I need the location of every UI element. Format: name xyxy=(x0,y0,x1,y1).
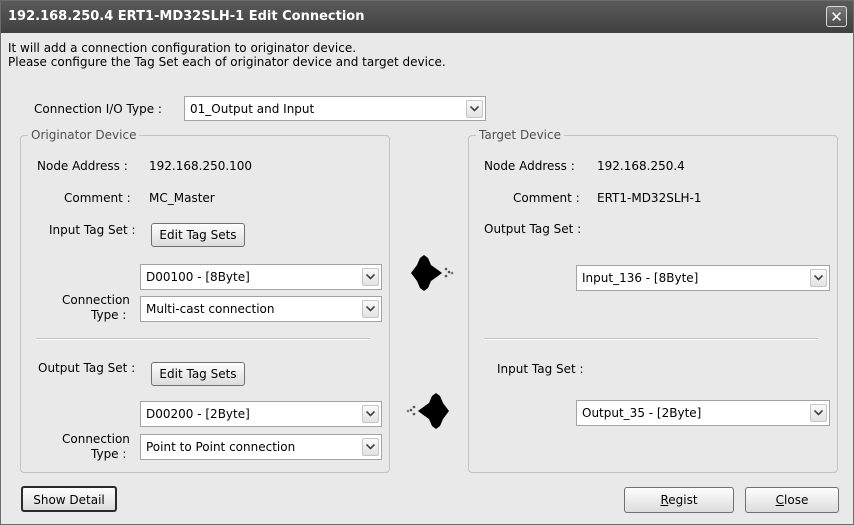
output-connection-type-label-line1: Connection xyxy=(62,432,130,446)
output-connection-type-select[interactable]: Point to Point connection xyxy=(140,434,382,460)
intro-line-1: It will add a connection configuration t… xyxy=(8,41,357,55)
chevron-down-icon[interactable] xyxy=(810,269,827,287)
chevron-down-icon[interactable] xyxy=(362,268,379,286)
target-output-tag-set-value: Input_136 - [8Byte] xyxy=(582,271,699,285)
connection-io-type-value: 01_Output and Input xyxy=(190,102,315,116)
output-edit-tag-sets-button[interactable]: Edit Tag Sets xyxy=(151,362,245,386)
regist-button[interactable]: Regist xyxy=(624,487,734,513)
target-input-tag-set-value: Output_35 - [2Byte] xyxy=(582,406,702,420)
chevron-down-icon[interactable] xyxy=(362,405,379,423)
originator-output-tag-set-label: Output Tag Set : xyxy=(38,361,136,375)
output-connection-type-value: Point to Point connection xyxy=(146,440,296,454)
target-output-tag-set-select[interactable]: Input_136 - [8Byte] xyxy=(576,265,830,291)
data-flow-left-arrow-icon xyxy=(403,391,453,434)
input-connection-type-label-line1: Connection xyxy=(62,293,130,307)
chevron-down-icon[interactable] xyxy=(362,300,379,318)
originator-input-tag-set-value: D00100 - [8Byte] xyxy=(146,270,250,284)
originator-node-address-label: Node Address : xyxy=(37,159,128,173)
title-bar[interactable]: 192.168.250.4 ERT1-MD32SLH-1 Edit Connec… xyxy=(1,1,853,33)
originator-output-tag-set-value: D00200 - [2Byte] xyxy=(146,407,250,421)
originator-comment-label: Comment : xyxy=(64,191,131,205)
originator-separator xyxy=(36,338,370,340)
target-node-address-label: Node Address : xyxy=(484,159,575,173)
input-connection-type-value: Multi-cast connection xyxy=(146,302,275,316)
show-detail-button[interactable]: Show Detail xyxy=(21,486,117,512)
originator-device-caption: Originator Device xyxy=(28,128,140,142)
originator-input-tag-set-select[interactable]: D00100 - [8Byte] xyxy=(140,264,382,290)
target-comment: ERT1-MD32SLH-1 xyxy=(597,191,702,205)
input-connection-type-select[interactable]: Multi-cast connection xyxy=(140,296,382,322)
originator-output-tag-set-select[interactable]: D00200 - [2Byte] xyxy=(140,401,382,427)
target-comment-label: Comment : xyxy=(513,191,580,205)
target-device-caption: Target Device xyxy=(476,128,564,142)
originator-comment: MC_Master xyxy=(149,191,215,205)
edit-connection-dialog: 192.168.250.4 ERT1-MD32SLH-1 Edit Connec… xyxy=(0,0,854,525)
intro-line-2: Please configure the Tag Set each of ori… xyxy=(8,55,446,69)
regist-label: egist xyxy=(668,493,698,507)
output-connection-type-label-line2: Type : xyxy=(91,447,127,461)
originator-input-tag-set-label: Input Tag Set : xyxy=(49,223,136,237)
connection-io-type-select[interactable]: 01_Output and Input xyxy=(184,96,486,121)
target-output-tag-set-label: Output Tag Set : xyxy=(484,222,582,236)
target-input-tag-set-select[interactable]: Output_35 - [2Byte] xyxy=(576,400,830,426)
close-button[interactable]: Close xyxy=(745,487,839,513)
input-connection-type-label-line2: Type : xyxy=(91,308,127,322)
chevron-down-icon[interactable] xyxy=(810,404,827,422)
target-input-tag-set-label: Input Tag Set : xyxy=(497,362,584,376)
window-close-button[interactable]: ✕ xyxy=(826,6,847,27)
target-node-address: 192.168.250.4 xyxy=(597,159,685,173)
target-separator xyxy=(484,338,818,340)
close-icon: ✕ xyxy=(830,8,843,26)
close-hotkey: C xyxy=(775,493,785,507)
data-flow-right-arrow-icon xyxy=(407,253,457,296)
chevron-down-icon[interactable] xyxy=(362,438,379,456)
chevron-down-icon[interactable] xyxy=(466,100,483,118)
input-edit-tag-sets-button[interactable]: Edit Tag Sets xyxy=(151,223,245,247)
originator-node-address: 192.168.250.100 xyxy=(149,159,253,173)
window-title: 192.168.250.4 ERT1-MD32SLH-1 Edit Connec… xyxy=(8,9,365,24)
close-label: lose xyxy=(784,493,809,507)
connection-io-type-label: Connection I/O Type : xyxy=(34,102,162,116)
